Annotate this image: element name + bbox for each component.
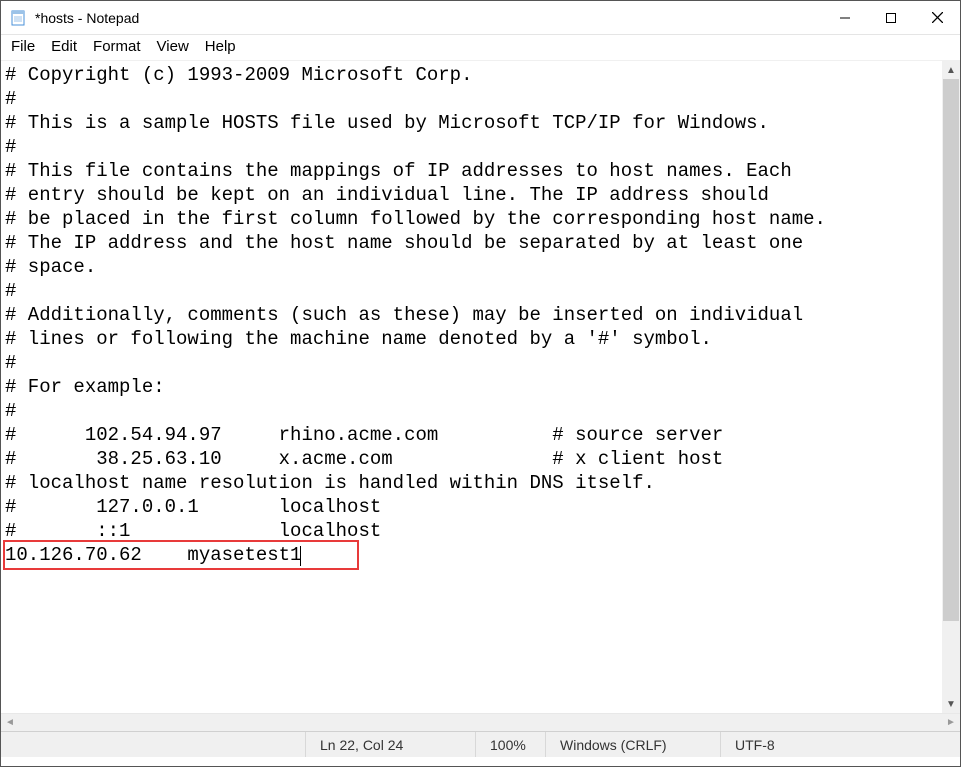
scroll-up-icon[interactable]: ▲ bbox=[942, 61, 960, 79]
menu-bar: File Edit Format View Help bbox=[1, 35, 960, 61]
status-encoding: UTF-8 bbox=[720, 732, 960, 757]
horizontal-scrollbar[interactable]: ◄ ► bbox=[1, 713, 960, 731]
status-cursor: Ln 22, Col 24 bbox=[305, 732, 475, 757]
menu-format[interactable]: Format bbox=[87, 37, 147, 56]
editor-line: # This is a sample HOSTS file used by Mi… bbox=[5, 111, 938, 135]
editor-line: # Additionally, comments (such as these)… bbox=[5, 303, 938, 327]
editor-line: # This file contains the mappings of IP … bbox=[5, 159, 938, 183]
editor-line: # lines or following the machine name de… bbox=[5, 327, 938, 351]
text-caret bbox=[300, 546, 301, 566]
editor-line: # bbox=[5, 279, 938, 303]
menu-view[interactable]: View bbox=[151, 37, 195, 56]
editor-line: # 102.54.94.97 rhino.acme.com # source s… bbox=[5, 423, 938, 447]
status-zoom: 100% bbox=[475, 732, 545, 757]
editor-line: # Copyright (c) 1993-2009 Microsoft Corp… bbox=[5, 63, 938, 87]
vertical-scrollbar[interactable]: ▲ ▼ bbox=[942, 61, 960, 713]
editor-line: # 127.0.0.1 localhost bbox=[5, 495, 938, 519]
maximize-button[interactable] bbox=[868, 1, 914, 35]
editor-line: # entry should be kept on an individual … bbox=[5, 183, 938, 207]
minimize-button[interactable] bbox=[822, 1, 868, 35]
editor-line: # localhost name resolution is handled w… bbox=[5, 471, 938, 495]
editor-line: 10.126.70.62 myasetest1 bbox=[5, 543, 938, 567]
editor-line: # be placed in the first column followed… bbox=[5, 207, 938, 231]
editor-line: # space. bbox=[5, 255, 938, 279]
title-bar: *hosts - Notepad bbox=[1, 1, 960, 35]
editor-line: # bbox=[5, 135, 938, 159]
status-line-ending: Windows (CRLF) bbox=[545, 732, 720, 757]
scroll-thumb[interactable] bbox=[943, 79, 959, 621]
editor-line: # The IP address and the host name shoul… bbox=[5, 231, 938, 255]
editor-line: # 38.25.63.10 x.acme.com # x client host bbox=[5, 447, 938, 471]
hscroll-track[interactable] bbox=[19, 714, 942, 731]
editor-line: # For example: bbox=[5, 375, 938, 399]
close-button[interactable] bbox=[914, 1, 960, 35]
window-controls bbox=[822, 1, 960, 35]
scroll-down-icon[interactable]: ▼ bbox=[942, 695, 960, 713]
text-editor[interactable]: # Copyright (c) 1993-2009 Microsoft Corp… bbox=[1, 61, 942, 713]
editor-area-wrap: # Copyright (c) 1993-2009 Microsoft Corp… bbox=[1, 61, 960, 713]
scroll-track[interactable] bbox=[942, 79, 960, 695]
editor-line: # ::1 localhost bbox=[5, 519, 938, 543]
editor-line: # bbox=[5, 351, 938, 375]
menu-help[interactable]: Help bbox=[199, 37, 242, 56]
window-title: *hosts - Notepad bbox=[35, 10, 822, 26]
editor-line: # bbox=[5, 87, 938, 111]
notepad-icon bbox=[9, 9, 27, 27]
scroll-left-icon[interactable]: ◄ bbox=[1, 714, 19, 731]
menu-edit[interactable]: Edit bbox=[45, 37, 83, 56]
editor-line: # bbox=[5, 399, 938, 423]
status-bar: Ln 22, Col 24 100% Windows (CRLF) UTF-8 bbox=[1, 731, 960, 757]
menu-file[interactable]: File bbox=[5, 37, 41, 56]
scroll-right-icon[interactable]: ► bbox=[942, 714, 960, 731]
